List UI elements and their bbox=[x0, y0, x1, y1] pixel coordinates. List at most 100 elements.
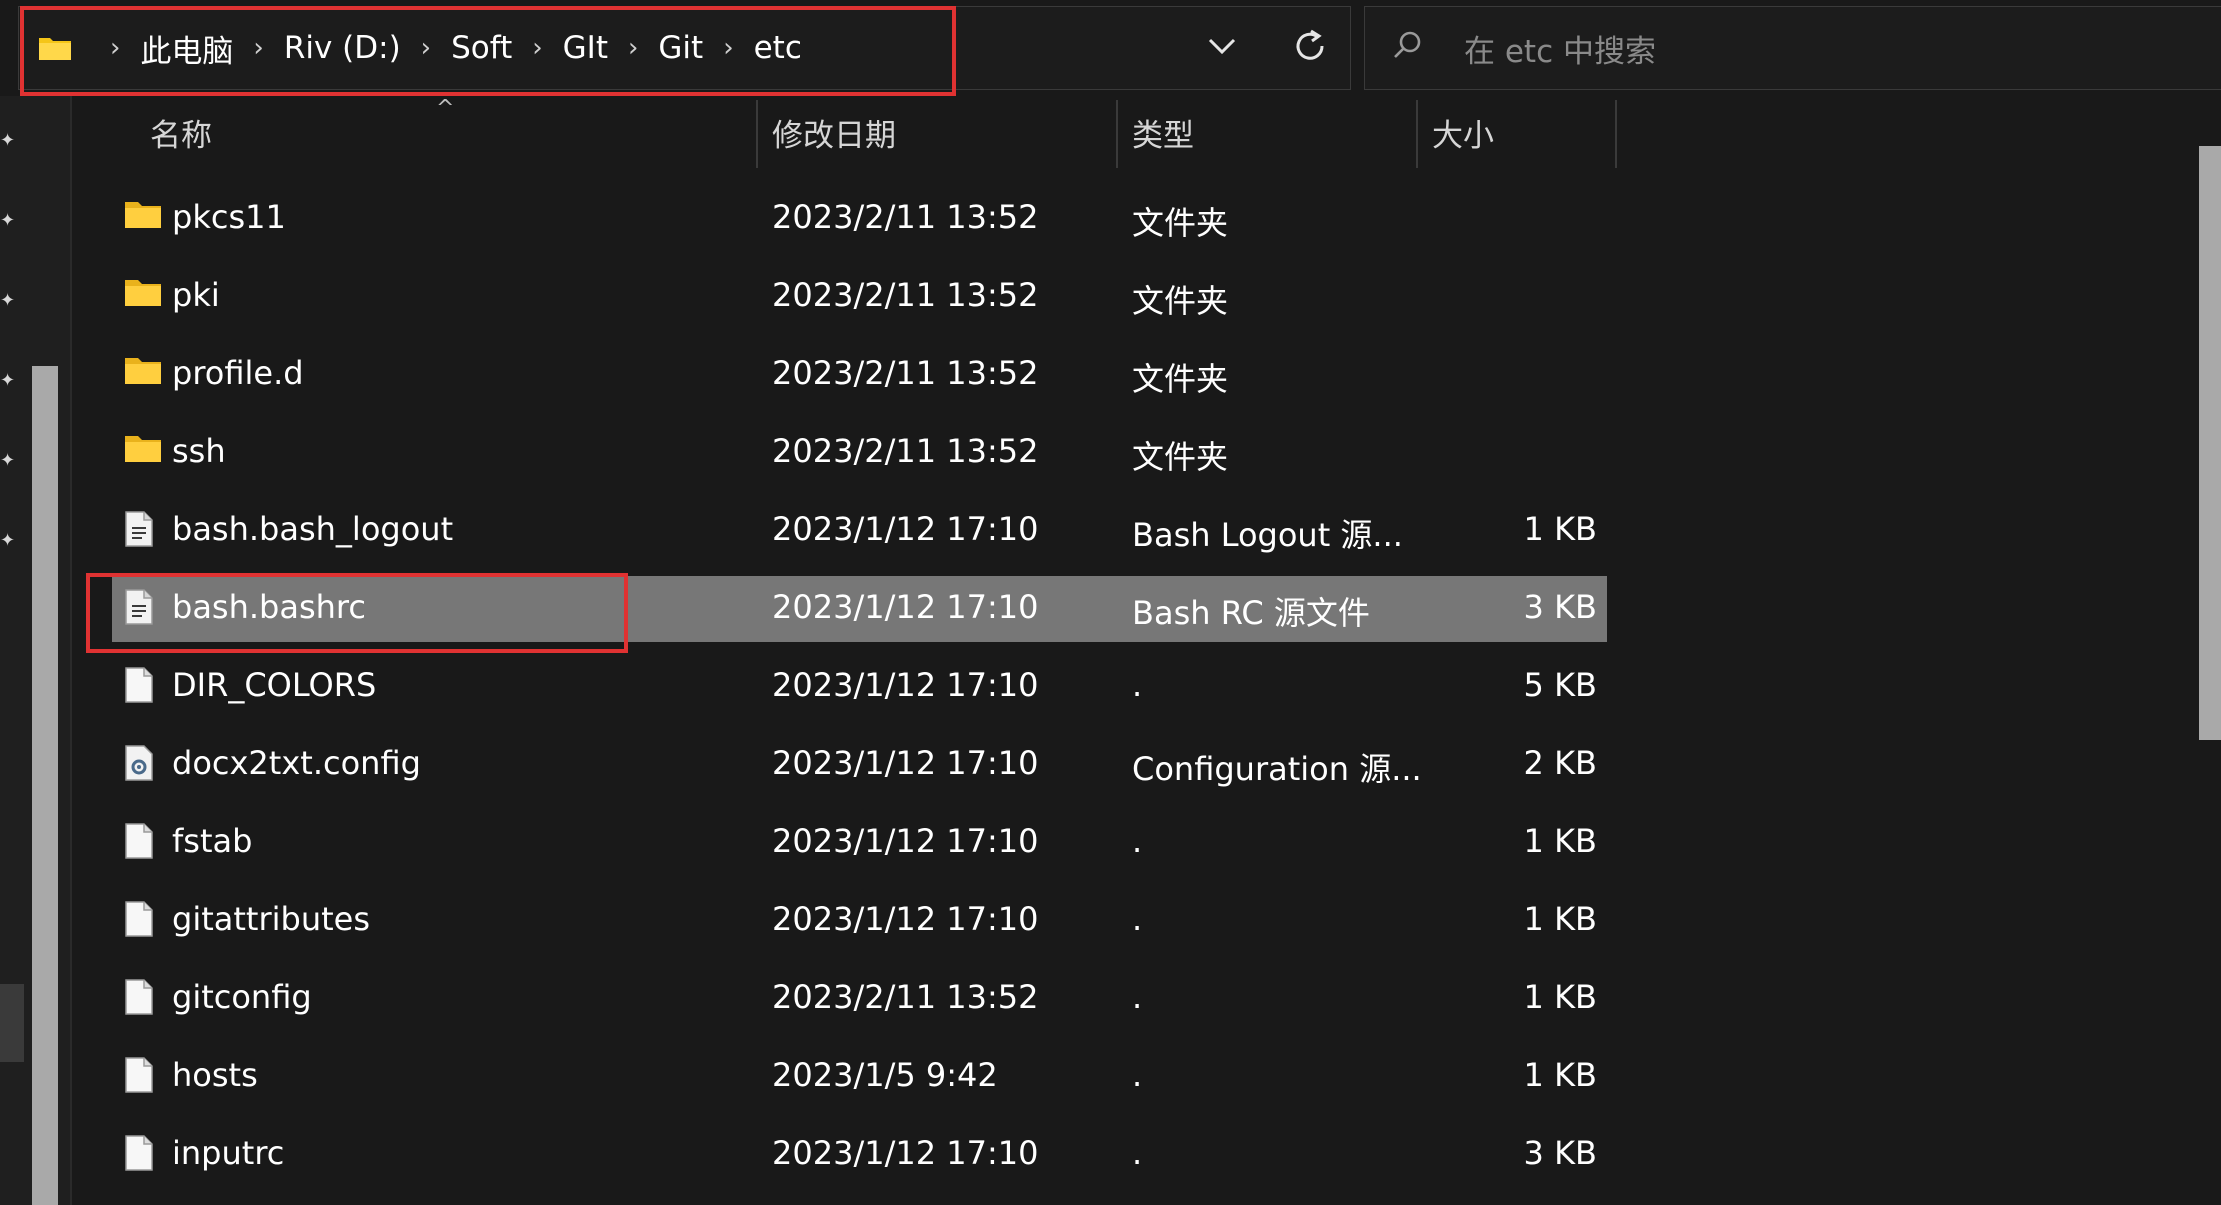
breadcrumb-separator[interactable]: › bbox=[628, 35, 638, 61]
column-header-name[interactable]: 名称 bbox=[150, 110, 212, 155]
file-row[interactable]: pki 2023/2/11 13:52 文件夹 bbox=[112, 264, 1607, 330]
folder-icon bbox=[124, 432, 162, 472]
navigation-selected-item[interactable] bbox=[0, 984, 24, 1062]
file-size: 3 KB bbox=[1523, 1134, 1597, 1172]
folder-icon bbox=[124, 354, 162, 394]
file-name: inputrc bbox=[172, 1134, 285, 1172]
file-name: docx2txt.config bbox=[172, 744, 421, 782]
file-size: 1 KB bbox=[1523, 978, 1597, 1016]
file-date: 2023/1/12 17:10 bbox=[772, 744, 1039, 782]
folder-icon bbox=[124, 198, 162, 238]
file-row[interactable]: bash.bashrc 2023/1/12 17:10 Bash RC 源文件 3 K… bbox=[112, 576, 1607, 642]
file-type: . bbox=[1132, 1056, 1143, 1094]
blank-file-icon bbox=[124, 666, 162, 706]
breadcrumb-separator[interactable]: › bbox=[110, 35, 120, 61]
file-date: 2023/2/11 13:52 bbox=[772, 198, 1039, 236]
breadcrumb-item-etc[interactable]: etc bbox=[754, 30, 802, 66]
pin-icon: ✦ bbox=[0, 290, 16, 311]
pin-icon: ✦ bbox=[0, 370, 16, 391]
file-type: Bash RC 源文件 bbox=[1132, 594, 1370, 632]
breadcrumb-separator[interactable]: › bbox=[532, 35, 542, 61]
file-name: gitattributes bbox=[172, 900, 370, 938]
file-name: gitconfig bbox=[172, 978, 312, 1016]
file-type: 文件夹 bbox=[1132, 282, 1229, 320]
file-date: 2023/1/12 17:10 bbox=[772, 510, 1039, 548]
file-size: 1 KB bbox=[1523, 822, 1597, 860]
pin-icon: ✦ bbox=[0, 530, 16, 551]
file-row[interactable]: DIR_COLORS 2023/1/12 17:10. 5 KB bbox=[112, 654, 1607, 720]
file-type: . bbox=[1132, 978, 1143, 1016]
breadcrumb-separator[interactable]: › bbox=[253, 35, 263, 61]
config-file-icon bbox=[124, 744, 162, 784]
sort-ascending-icon: ^ bbox=[436, 96, 455, 121]
breadcrumb-separator[interactable]: › bbox=[723, 35, 733, 61]
file-size: 3 KB bbox=[1523, 588, 1597, 626]
column-divider[interactable] bbox=[1416, 100, 1418, 168]
column-divider[interactable] bbox=[756, 100, 758, 168]
column-divider[interactable] bbox=[1116, 100, 1118, 168]
pin-icon: ✦ bbox=[0, 130, 16, 151]
breadcrumb-separator[interactable]: › bbox=[421, 35, 431, 61]
file-type: . bbox=[1132, 666, 1143, 704]
file-type: 文件夹 bbox=[1132, 204, 1229, 242]
file-row[interactable]: inputrc 2023/1/12 17:10. 3 KB bbox=[112, 1122, 1607, 1188]
file-name: bash.bash_logout bbox=[172, 510, 454, 548]
file-size: 2 KB bbox=[1523, 744, 1597, 782]
navigation-scrollbar[interactable] bbox=[32, 366, 58, 1205]
file-date: 2023/2/11 13:52 bbox=[772, 354, 1039, 392]
breadcrumb-item-soft[interactable]: Soft bbox=[451, 30, 512, 66]
blank-file-icon bbox=[124, 1134, 162, 1174]
file-row[interactable]: hosts 2023/1/5 9:42. 1 KB bbox=[112, 1044, 1607, 1110]
file-size: 1 KB bbox=[1523, 900, 1597, 938]
file-row[interactable]: pkcs11 2023/2/11 13:52 文件夹 bbox=[112, 186, 1607, 252]
column-header-date[interactable]: 修改日期 bbox=[772, 110, 896, 155]
blank-file-icon bbox=[124, 1056, 162, 1096]
file-row[interactable]: fstab 2023/1/12 17:10. 1 KB bbox=[112, 810, 1607, 876]
file-name: DIR_COLORS bbox=[172, 666, 377, 704]
file-list-scrollbar[interactable] bbox=[2199, 146, 2221, 740]
breadcrumb-item-drive[interactable]: Riv (D:) bbox=[284, 30, 401, 66]
blank-file-icon bbox=[124, 822, 162, 862]
file-type: Configuration 源... bbox=[1132, 750, 1422, 788]
file-row[interactable]: gitattributes 2023/1/12 17:10. 1 KB bbox=[112, 888, 1607, 954]
file-size: 1 KB bbox=[1523, 510, 1597, 548]
file-name: bash.bashrc bbox=[172, 588, 366, 626]
column-header-size[interactable]: 大小 bbox=[1432, 110, 1494, 155]
column-header-type[interactable]: 类型 bbox=[1132, 110, 1194, 155]
file-row[interactable]: docx2txt.config 2023/1/12 17:10 Configurat… bbox=[112, 732, 1607, 798]
file-row[interactable]: ssh 2023/2/11 13:52 文件夹 bbox=[112, 420, 1607, 486]
file-date: 2023/1/12 17:10 bbox=[772, 900, 1039, 938]
refresh-icon bbox=[1291, 27, 1329, 69]
file-name: profile.d bbox=[172, 354, 304, 392]
column-divider[interactable] bbox=[1615, 100, 1617, 168]
file-date: 2023/2/11 13:52 bbox=[772, 276, 1039, 314]
breadcrumb-item-git-parent[interactable]: GIt bbox=[563, 30, 608, 66]
file-name: ssh bbox=[172, 432, 226, 470]
search-input[interactable]: 在 etc 中搜索 bbox=[1464, 26, 1656, 71]
breadcrumb-item-git[interactable]: Git bbox=[658, 30, 703, 66]
file-date: 2023/1/12 17:10 bbox=[772, 588, 1039, 626]
file-row[interactable]: gitconfig 2023/2/11 13:52. 1 KB bbox=[112, 966, 1607, 1032]
file-size: 5 KB bbox=[1523, 666, 1597, 704]
pane-divider bbox=[70, 96, 72, 1205]
blank-file-icon bbox=[124, 978, 162, 1018]
file-row[interactable]: profile.d 2023/2/11 13:52 文件夹 bbox=[112, 342, 1607, 408]
history-dropdown-button[interactable] bbox=[1196, 22, 1248, 74]
chevron-down-icon bbox=[1207, 37, 1237, 59]
file-type: . bbox=[1132, 1134, 1143, 1172]
file-type: . bbox=[1132, 900, 1143, 938]
folder-icon bbox=[38, 35, 72, 61]
file-name: pki bbox=[172, 276, 220, 314]
pin-icon: ✦ bbox=[0, 210, 16, 231]
file-row[interactable]: bash.bash_logout 2023/1/12 17:10 Bash Logo… bbox=[112, 498, 1607, 564]
refresh-button[interactable] bbox=[1282, 20, 1338, 76]
folder-icon bbox=[124, 276, 162, 316]
text-file-icon bbox=[124, 588, 162, 628]
file-type: Bash Logout 源... bbox=[1132, 516, 1403, 554]
file-type: . bbox=[1132, 822, 1143, 860]
breadcrumb-item-this-pc[interactable]: 此电脑 bbox=[140, 26, 233, 71]
search-icon bbox=[1390, 28, 1430, 68]
file-name: fstab bbox=[172, 822, 253, 860]
pin-icon: ✦ bbox=[0, 450, 16, 471]
file-date: 2023/1/12 17:10 bbox=[772, 822, 1039, 860]
